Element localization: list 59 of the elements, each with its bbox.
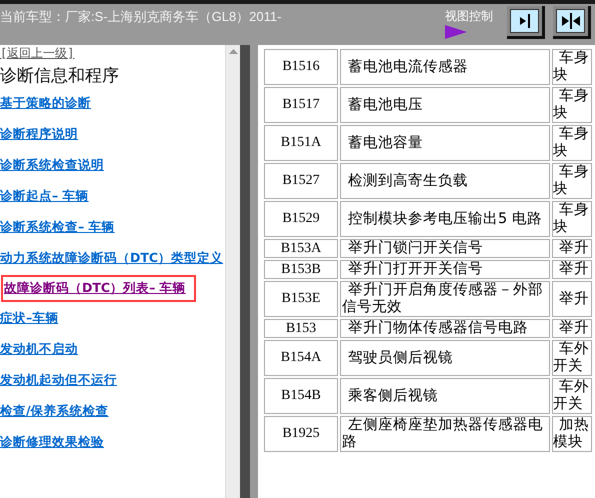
scroll-up-icon — [228, 49, 238, 54]
description-cell: 检测到高寄生负载 — [340, 163, 550, 199]
module-cell: 车外开关 — [552, 340, 592, 376]
dtc-code-cell: B1516 — [264, 49, 338, 85]
split-view-button[interactable] — [553, 6, 591, 39]
description-cell: 控制模块参考电压输出5 电路 — [340, 201, 550, 237]
section-heading: 诊断信息和程序 — [0, 65, 120, 87]
dtc-code-cell: B154A — [264, 340, 338, 376]
triangles-to-bar-icon — [560, 13, 580, 29]
module-cell: 举升 — [552, 239, 592, 258]
nav-link[interactable]: 检查/保养系统检查 — [0, 403, 109, 420]
nav-link[interactable]: 症状–车辆 — [0, 310, 58, 327]
nav-link[interactable]: 基于策略的诊断 — [0, 95, 91, 112]
description-cell: 举升门锁闩开关信号 — [340, 239, 550, 258]
module-cell: 举升 — [552, 281, 592, 317]
triangle-icon — [445, 25, 467, 39]
description-cell: 乘客侧后视镜 — [340, 378, 550, 414]
nav-link[interactable]: 发动机起动但不运行 — [0, 372, 117, 389]
module-cell: 车身块 — [552, 125, 592, 161]
back-link[interactable]: [返回上一级] — [0, 45, 225, 62]
nav-link[interactable]: 诊断程序说明 — [0, 126, 78, 143]
module-cell: 车身块 — [552, 201, 592, 237]
nav-link[interactable]: 故障诊断码（DTC）列表– 车辆 — [1, 275, 196, 302]
description-cell: 举升门开启角度传感器－外部信号无效 — [340, 281, 550, 317]
description-cell: 蓄电池电压 — [340, 87, 550, 123]
nav-link[interactable]: 诊断系统检查– 车辆 — [0, 219, 115, 236]
dtc-code-cell: B153A — [264, 239, 338, 258]
view-control-label: 视图控制 — [445, 8, 493, 25]
scrollbar[interactable] — [225, 45, 240, 498]
description-cell: 左侧座椅座垫加热器传感器电路 — [340, 416, 550, 452]
module-cell: 车外开关 — [552, 378, 592, 414]
nav-link[interactable]: 诊断起点– 车辆 — [0, 188, 89, 205]
vehicle-title: 当前车型：厂家:S-上海别克商务车（GL8）2011- — [0, 8, 282, 26]
dtc-code-cell: B1925 — [264, 416, 338, 452]
dtc-code-cell: B1529 — [264, 201, 338, 237]
description-cell: 举升门物体传感器信号电路 — [340, 319, 550, 338]
nav-link[interactable]: 诊断系统检查说明 — [0, 157, 104, 174]
dtc-code-cell: B154B — [264, 378, 338, 414]
dtc-code-cell: B153B — [264, 260, 338, 279]
module-cell: 举升 — [552, 319, 592, 338]
dtc-code-cell: B153E — [264, 281, 338, 317]
dtc-code-cell: B153 — [264, 319, 338, 338]
nav-link[interactable]: 动力系统故障诊断码（DTC）类型定义 — [0, 250, 224, 267]
description-cell: 举升门打开开关信号 — [340, 260, 550, 279]
description-cell: 驾驶员侧后视镜 — [340, 340, 550, 376]
expand-right-button[interactable] — [507, 6, 545, 39]
dtc-code-cell: B1527 — [264, 163, 338, 199]
arrow-to-bar-icon — [518, 13, 532, 29]
module-cell: 车身块 — [552, 49, 592, 85]
module-cell: 举升 — [552, 260, 592, 279]
description-cell: 蓄电池容量 — [340, 125, 550, 161]
module-cell: 车身块 — [552, 163, 592, 199]
nav-link[interactable]: 诊断修理效果检验 — [0, 434, 104, 451]
dtc-code-cell: B1517 — [264, 87, 338, 123]
description-cell: 蓄电池电流传感器 — [340, 49, 550, 85]
dtc-code-cell: B151A — [264, 125, 338, 161]
nav-link[interactable]: 发动机不启动 — [0, 341, 78, 358]
module-cell: 加热模块 — [552, 416, 592, 452]
module-cell: 车身块 — [552, 87, 592, 123]
